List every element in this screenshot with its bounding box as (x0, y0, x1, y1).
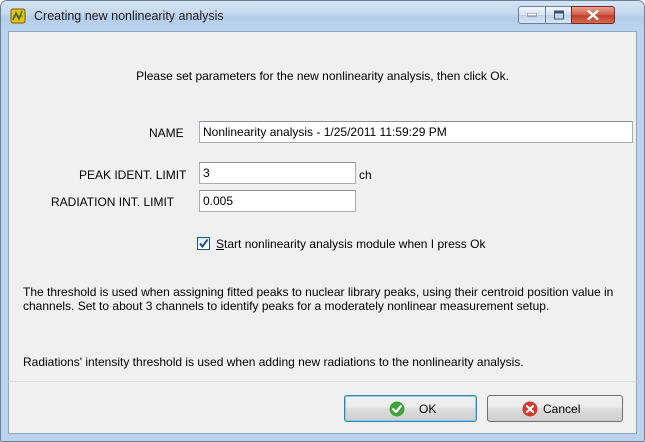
minimize-icon (527, 13, 537, 17)
peak-ident-limit-field[interactable]: 3 (199, 162, 356, 184)
name-label: NAME (149, 126, 184, 140)
minimize-button[interactable] (518, 6, 546, 24)
peak-ident-limit-label: PEAK IDENT. LIMIT (79, 168, 187, 182)
checkbox-label-text: tart nonlinearity analysis module when I… (224, 237, 486, 251)
ok-button[interactable]: OK (344, 395, 477, 422)
name-field[interactable]: Nonlinearity analysis - 1/25/2011 11:59:… (199, 121, 633, 143)
radiation-int-limit-label: RADIATION INT. LIMIT (51, 195, 175, 209)
maximize-button[interactable] (545, 6, 572, 24)
intro-text: Please set parameters for the new nonlin… (136, 69, 509, 83)
app-icon (10, 8, 26, 24)
radiation-int-limit-field[interactable]: 0.005 (199, 190, 356, 212)
help-text-radiation: Radiations' intensity threshold is used … (23, 355, 524, 369)
close-icon (587, 10, 599, 20)
window-title: Creating new nonlinearity analysis (34, 9, 224, 23)
dialog-window: Creating new nonlinearity analysis Pleas… (0, 0, 645, 442)
cancel-button-label: Cancel (543, 402, 581, 416)
maximize-icon (553, 10, 564, 20)
peak-unit-label: ch (359, 168, 372, 182)
button-bar: OK Cancel (8, 381, 637, 434)
title-bar[interactable]: Creating new nonlinearity analysis (1, 1, 644, 31)
ok-button-label: OK (419, 402, 437, 416)
help-text-threshold: The threshold is used when assigning fit… (23, 285, 614, 313)
ok-check-icon (389, 401, 405, 417)
cancel-x-icon (522, 401, 538, 417)
start-module-checkbox[interactable] (197, 237, 210, 250)
checkbox-accelerator: S (216, 237, 225, 251)
checkmark-icon (199, 238, 209, 248)
start-module-checkbox-label[interactable]: Start nonlinearity analysis module when … (216, 237, 485, 251)
dialog-body: Please set parameters for the new nonlin… (8, 31, 637, 381)
close-button[interactable] (571, 6, 615, 24)
cancel-button[interactable]: Cancel (487, 395, 623, 422)
